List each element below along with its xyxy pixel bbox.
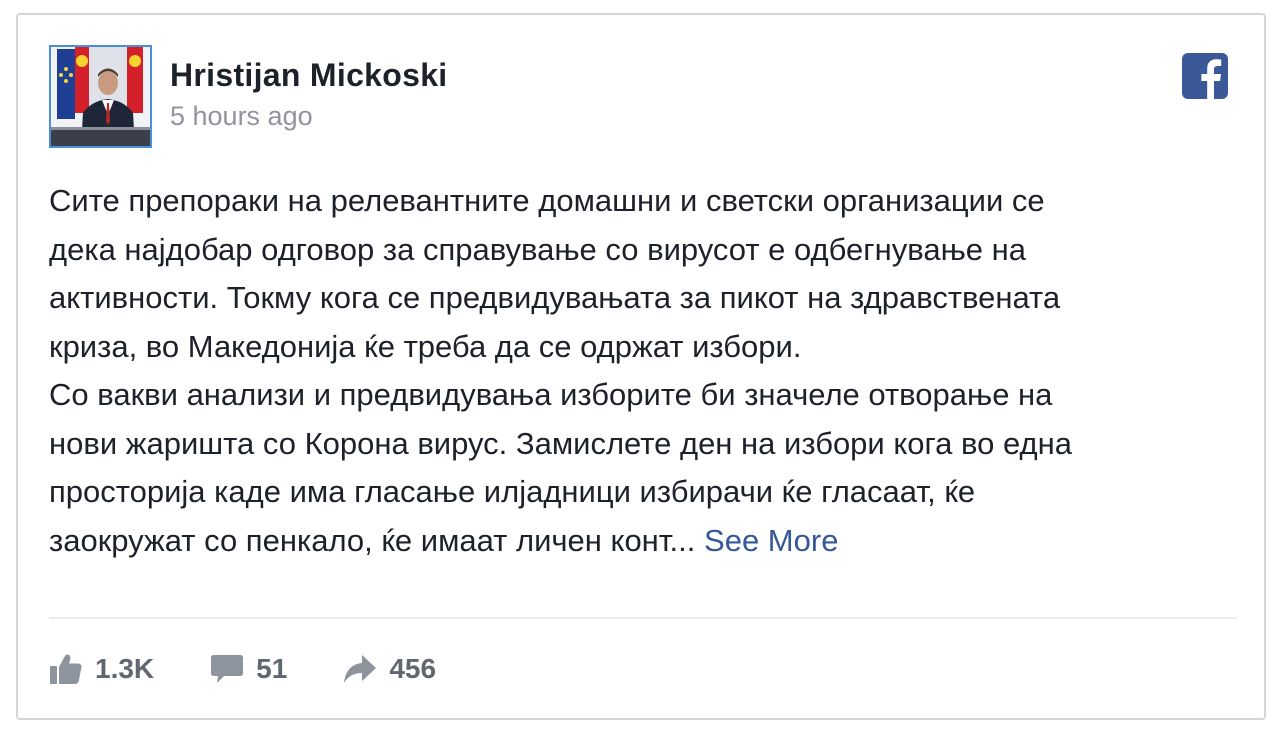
post-line: Сите препораки на релевантните домашни и… <box>49 183 1045 218</box>
author-name[interactable]: Hristijan Mickoski <box>170 57 448 94</box>
post-body: Сите препораки на релевантните домашни и… <box>49 177 1229 565</box>
likes-count: 1.3K <box>95 653 155 684</box>
post-timestamp[interactable]: 5 hours ago <box>170 101 313 132</box>
comments-count: 51 <box>256 653 288 684</box>
author-avatar[interactable] <box>49 45 152 148</box>
avatar-photo <box>51 47 150 146</box>
see-more-link[interactable]: See More <box>704 523 838 558</box>
post-line: Со вакви анализи и предвидувања изборите… <box>49 377 1053 412</box>
post-line: нови жаришта со Корона вирус. Замислете … <box>49 425 1072 461</box>
facebook-logo-icon[interactable] <box>1182 53 1228 99</box>
post-line: дека најдобар одговор за справување со в… <box>49 231 1026 267</box>
engagement-stats: 1.3K 51 456 <box>49 651 436 687</box>
comments-stat[interactable]: 51 <box>210 653 287 685</box>
thumbs-up-icon <box>50 654 82 684</box>
post-card: Hristijan Mickoski 5 hours ago Сите преп… <box>16 13 1266 720</box>
truncated-text: заокружат со пенкало, ќе имаат личен кон… <box>49 522 696 558</box>
shares-stat[interactable]: 456 <box>343 653 436 685</box>
likes-stat[interactable]: 1.3K <box>49 653 154 685</box>
comment-bubble-icon <box>211 655 244 683</box>
post-line: просторија каде има гласање илјадници из… <box>49 474 976 509</box>
shares-count: 456 <box>389 653 437 684</box>
post-line: криза, во Македонија ќе треба да се одрж… <box>49 328 802 364</box>
divider <box>49 617 1237 619</box>
share-arrow-icon <box>344 655 377 683</box>
post-line: активности. Токму кога се предвидувањата… <box>49 280 1061 315</box>
post-line-truncated: заокружат со пенкало, ќе имаат личен кон… <box>49 517 1229 566</box>
